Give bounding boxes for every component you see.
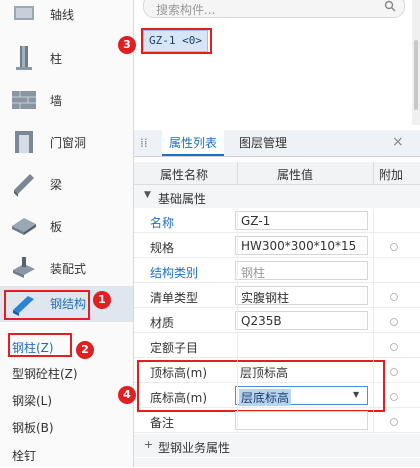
nav-label-prefab: 装配式 bbox=[50, 262, 87, 276]
attach-checkbox-remark[interactable] bbox=[390, 418, 398, 426]
row-name-label: 名称 bbox=[150, 216, 175, 230]
tab-property-list-label: 属性列表 bbox=[168, 136, 217, 150]
tab-property-list[interactable]: 属性列表 bbox=[162, 130, 224, 156]
header-name: 属性名称 bbox=[160, 168, 209, 182]
column-icon bbox=[16, 46, 32, 70]
prefab-icon bbox=[13, 257, 35, 278]
sub-item-steel-beam[interactable]: 钢梁(L) bbox=[0, 388, 133, 412]
attach-checkbox-bill-type[interactable] bbox=[390, 293, 398, 301]
row-material-label: 材质 bbox=[150, 316, 175, 330]
expand-icon[interactable]: + bbox=[144, 438, 153, 451]
attach-checkbox-bottom-elevation[interactable] bbox=[390, 393, 398, 401]
nav-item-axis[interactable]: 轴线 bbox=[0, 0, 133, 38]
door-window-icon bbox=[15, 131, 33, 153]
close-icon[interactable]: × bbox=[392, 134, 404, 150]
axis-icon bbox=[14, 6, 34, 20]
value-name: GZ-1 bbox=[241, 214, 271, 228]
collapse-icon[interactable]: ▼ bbox=[144, 190, 151, 200]
search-placeholder: 搜索构件... bbox=[156, 3, 216, 17]
attach-checkbox-top-elevation[interactable] bbox=[390, 368, 398, 376]
badge-2: 2 bbox=[76, 341, 94, 359]
sub-item-src-column[interactable]: 型钢砼柱(Z) bbox=[0, 361, 133, 385]
highlight-box-4 bbox=[137, 360, 385, 412]
tab-layer-management[interactable]: 图层管理 bbox=[232, 130, 294, 156]
drag-handle-icon[interactable]: ⁞⁞ bbox=[140, 136, 148, 150]
sub-label-steel-beam: 钢梁(L) bbox=[12, 394, 53, 408]
highlight-box-3 bbox=[141, 28, 212, 54]
nav-label-slab: 板 bbox=[50, 220, 63, 234]
attach-checkbox-spec[interactable] bbox=[390, 243, 398, 251]
nav-label-wall: 墙 bbox=[50, 94, 63, 108]
search-input[interactable]: 搜索构件... bbox=[143, 0, 405, 18]
nav-item-slab[interactable]: 板 bbox=[0, 204, 133, 250]
badge-3: 3 bbox=[118, 36, 136, 54]
header-divider bbox=[237, 162, 238, 184]
list-scroll-thumb[interactable] bbox=[414, 40, 418, 110]
section-steel-label: 型钢业务属性 bbox=[158, 441, 231, 455]
nav-label-opening: 门窗洞 bbox=[50, 136, 87, 150]
header-extra: 附加 bbox=[379, 168, 404, 182]
highlight-box-2 bbox=[8, 333, 72, 357]
value-spec-input[interactable]: HW300*300*10*15 bbox=[235, 236, 368, 255]
value-name-input[interactable]: GZ-1 bbox=[235, 211, 368, 230]
section-basic-label: 基础属性 bbox=[158, 192, 207, 206]
section-basic-properties[interactable]: ▼ 基础属性 bbox=[134, 185, 420, 208]
row-quota-label: 定额子目 bbox=[150, 341, 199, 355]
attach-checkbox-material[interactable] bbox=[390, 318, 398, 326]
nav-label-column: 柱 bbox=[50, 52, 63, 66]
value-remark-input[interactable] bbox=[235, 411, 368, 430]
nav-item-wall[interactable]: 墙 bbox=[0, 78, 133, 124]
sub-label-stud: 栓钉 bbox=[12, 449, 37, 463]
component-list-panel bbox=[134, 0, 420, 125]
property-tabs: ⁞⁞ 属性列表 图层管理 × bbox=[134, 130, 420, 157]
value-material: Q235B bbox=[241, 314, 282, 328]
value-structure-type-text: 钢柱 bbox=[241, 266, 266, 280]
sub-label-src-column: 型钢砼柱(Z) bbox=[12, 367, 78, 381]
sub-label-steel-plate: 钢板(B) bbox=[12, 421, 54, 435]
grid-header: 属性名称 属性值 附加 bbox=[134, 162, 420, 185]
sub-item-steel-plate[interactable]: 钢板(B) bbox=[0, 415, 133, 439]
tab-layer-management-label: 图层管理 bbox=[238, 136, 287, 150]
row-quota: 定额子目 bbox=[134, 334, 420, 358]
attach-checkbox-quota[interactable] bbox=[390, 343, 398, 351]
wall-icon bbox=[12, 91, 36, 109]
section-next bbox=[134, 458, 420, 467]
beam-icon bbox=[14, 174, 34, 197]
header-divider-2 bbox=[373, 162, 374, 184]
section-steel-properties[interactable]: + 型钢业务属性 bbox=[134, 434, 420, 457]
nav-label-beam: 梁 bbox=[50, 178, 63, 192]
row-bill-type-label: 清单类型 bbox=[150, 291, 199, 305]
header-value: 属性值 bbox=[277, 168, 314, 182]
value-material-input[interactable]: Q235B bbox=[235, 311, 368, 330]
search-icon bbox=[384, 0, 396, 12]
row-remark-label: 备注 bbox=[150, 416, 175, 430]
column-divider-2 bbox=[373, 209, 374, 434]
value-bill-type: 实腹钢柱 bbox=[241, 291, 290, 305]
row-spec-label: 规格 bbox=[150, 241, 175, 255]
sub-item-stud[interactable]: 栓钉 bbox=[0, 443, 133, 467]
slab-icon bbox=[12, 218, 36, 235]
nav-item-beam[interactable]: 梁 bbox=[0, 162, 133, 208]
nav-label-axis: 轴线 bbox=[50, 8, 75, 22]
nav-item-opening[interactable]: 门窗洞 bbox=[0, 120, 133, 166]
column-divider bbox=[237, 209, 238, 434]
value-structure-type[interactable]: 钢柱 bbox=[235, 261, 368, 280]
badge-1: 1 bbox=[93, 291, 111, 309]
row-structure-type-label: 结构类别 bbox=[150, 266, 199, 280]
value-bill-type-input[interactable]: 实腹钢柱 bbox=[235, 286, 368, 305]
badge-4: 4 bbox=[118, 386, 136, 404]
highlight-box-1 bbox=[4, 290, 90, 320]
nav-item-column[interactable]: 柱 bbox=[0, 36, 133, 82]
value-spec: HW300*300*10*15 bbox=[241, 239, 357, 253]
